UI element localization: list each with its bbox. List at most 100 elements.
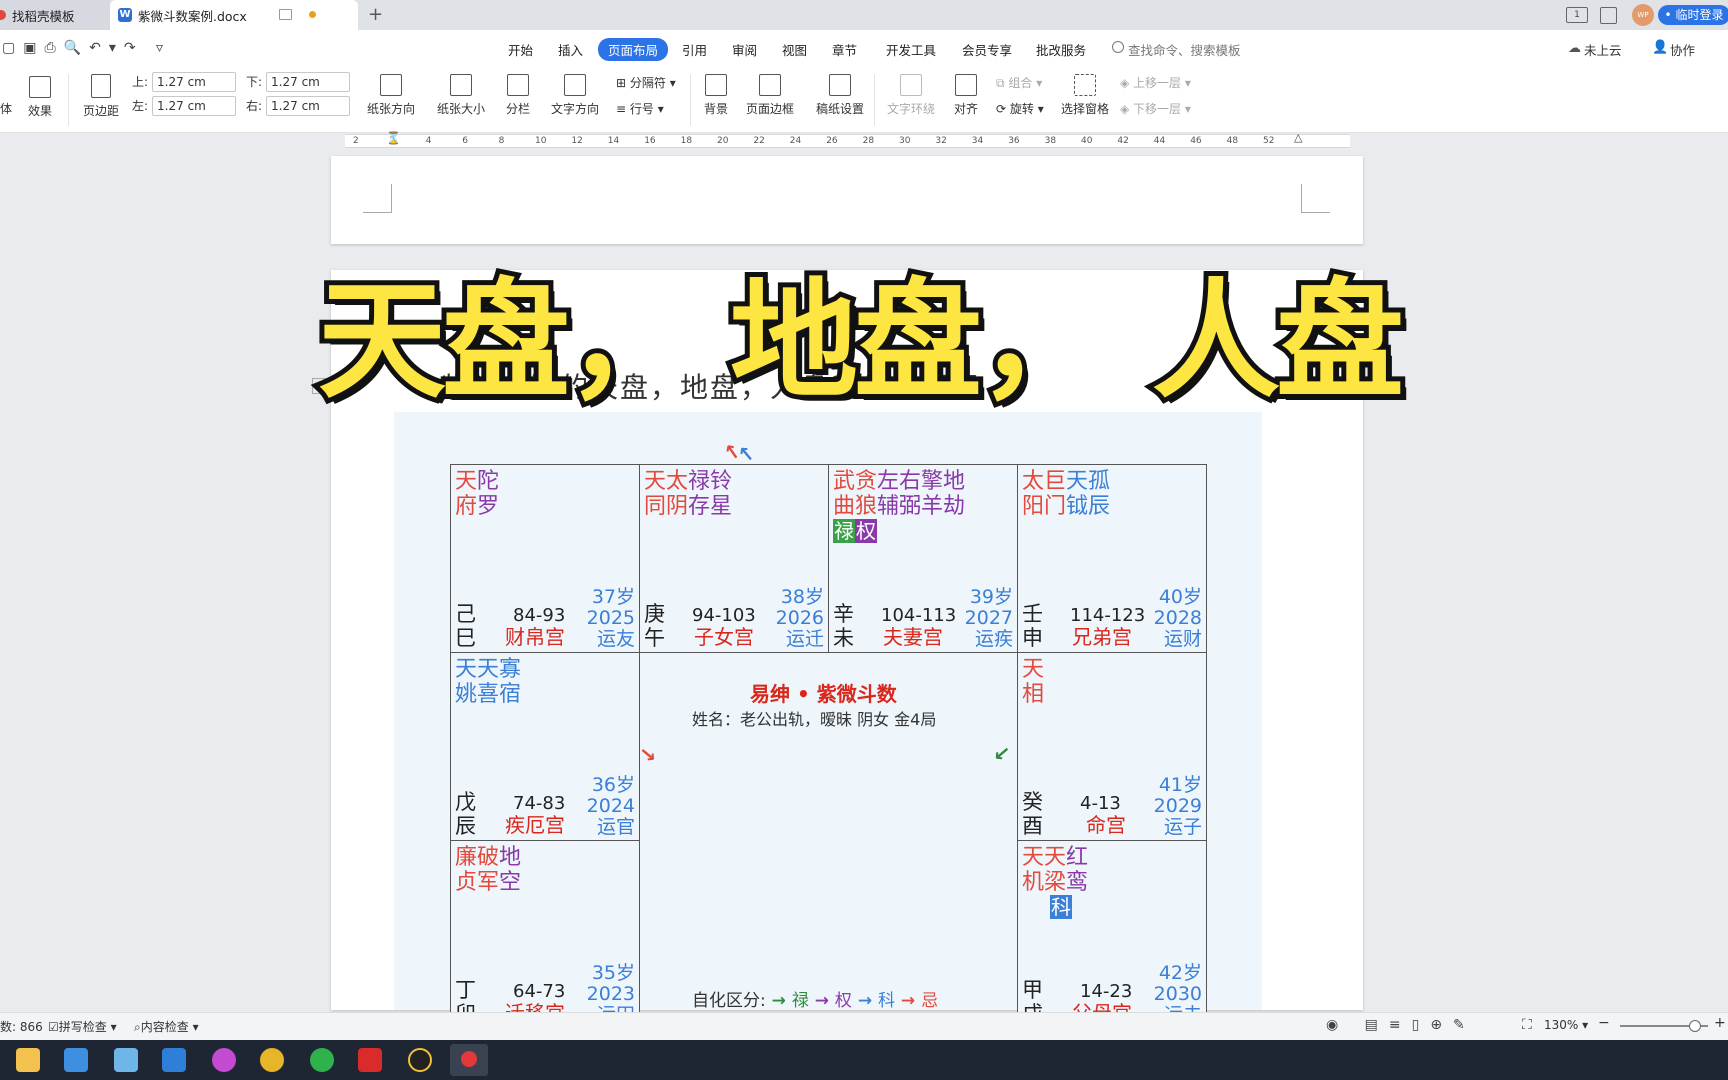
margin-top-input[interactable]: 1.27 cm bbox=[152, 72, 237, 92]
star-name: 罗 bbox=[477, 494, 500, 519]
margin-top-field[interactable]: 上: 1.27 cm bbox=[132, 72, 237, 92]
align-button[interactable]: 对齐 bbox=[948, 74, 984, 117]
ganzhi-char: 午 bbox=[644, 626, 665, 650]
bring-forward-button[interactable]: ◈ 上移一层 ▾ bbox=[1120, 74, 1191, 91]
checkbox-icon: ☑ bbox=[48, 1020, 59, 1034]
margins-button[interactable]: 页边距 bbox=[78, 74, 124, 119]
layout-icon[interactable]: 1 bbox=[1566, 7, 1588, 23]
palace-stars: 太巨天孤 阳门钺辰 bbox=[1022, 469, 1110, 519]
qq-icon[interactable] bbox=[408, 1048, 432, 1072]
indent-marker-icon[interactable]: ⌛ bbox=[386, 131, 401, 145]
ruler-tick: 36 bbox=[1008, 136, 1020, 146]
menu-page-layout[interactable]: 页面布局 bbox=[598, 38, 669, 61]
fit-page-icon[interactable]: ⛶ bbox=[1522, 1017, 1532, 1033]
separator-button[interactable]: ⊞ 分隔符 ▾ bbox=[616, 74, 676, 91]
line-numbers-button[interactable]: ≡ 行号 ▾ bbox=[616, 100, 664, 117]
age-year-text: 36岁 bbox=[591, 774, 635, 796]
rotate-button[interactable]: ⟳ 旋转 ▾ bbox=[996, 100, 1044, 117]
legend-item: 权 bbox=[834, 991, 852, 1011]
zoom-slider-handle[interactable] bbox=[1689, 1020, 1701, 1032]
ruler-tick: 48 bbox=[1226, 136, 1239, 146]
wps-icon[interactable] bbox=[358, 1048, 382, 1072]
tab-docer-templates[interactable]: 找稻壳模板 bbox=[0, 0, 110, 30]
tab-document[interactable]: W 紫微斗数案例.docx bbox=[110, 0, 358, 30]
zoom-in-button[interactable]: + bbox=[1714, 1015, 1726, 1031]
zoom-level[interactable]: 130% ▾ bbox=[1544, 1018, 1588, 1032]
zoom-out-button[interactable]: − bbox=[1598, 1015, 1610, 1031]
manuscript-button[interactable]: 稿纸设置 bbox=[812, 74, 868, 117]
collaborate-button[interactable]: 协作 bbox=[1670, 40, 1695, 59]
ganzhi: 庚午 bbox=[644, 602, 665, 650]
mail-icon[interactable] bbox=[162, 1048, 186, 1072]
menu-review[interactable]: 审阅 bbox=[732, 40, 757, 59]
margin-right-input[interactable]: 1.27 cm bbox=[266, 96, 351, 116]
menu-insert[interactable]: 插入 bbox=[558, 40, 583, 59]
margins-icon bbox=[91, 74, 111, 98]
effects-button[interactable]: 效果 bbox=[22, 76, 58, 119]
ruler-tick: 22 bbox=[753, 136, 765, 146]
content-check-button[interactable]: ⌕内容检查 ▾ bbox=[134, 1018, 199, 1035]
command-search-input[interactable]: 查找命令、搜索模板 bbox=[1128, 40, 1241, 59]
selection-pane-button[interactable]: 选择窗格 bbox=[1060, 74, 1110, 117]
background-button[interactable]: 背景 bbox=[698, 74, 734, 117]
margin-top-label: 上: bbox=[132, 75, 149, 89]
paper-size-label: 纸张大小 bbox=[436, 102, 485, 116]
avatar[interactable]: WP bbox=[1632, 4, 1654, 26]
star-name: 陀 bbox=[477, 469, 500, 494]
view-mode-icons[interactable]: ◉ ▤≡▯⊕✎ bbox=[1326, 1017, 1476, 1033]
margin-bottom-field[interactable]: 下: 1.27 cm bbox=[246, 72, 351, 92]
margin-right-field[interactable]: 右: 1.27 cm bbox=[246, 96, 351, 116]
theme-button[interactable]: 体 bbox=[0, 100, 12, 117]
color-app-icon[interactable] bbox=[212, 1048, 236, 1072]
menu-review-service[interactable]: 批改服务 bbox=[1036, 40, 1086, 59]
content-check-label: 内容检查 bbox=[140, 1020, 189, 1034]
star-name: 禄铃 bbox=[688, 469, 733, 494]
record-icon bbox=[461, 1051, 477, 1067]
menu-member[interactable]: 会员专享 bbox=[962, 40, 1012, 59]
palace-cell: 天天红机梁鸾科甲戌14-23父母宫42岁2030运夫 bbox=[1017, 840, 1207, 1029]
text-direction-button[interactable]: 文字方向 bbox=[546, 74, 604, 117]
columns-button[interactable]: 分栏 bbox=[500, 74, 536, 117]
horizontal-ruler[interactable]: 2 2 4 6 8 10 12 14 16 18 20 22 24 26 28 30 32 34 36 38 40 42 4… bbox=[345, 134, 1350, 148]
store-icon[interactable] bbox=[64, 1048, 88, 1072]
quick-access-toolbar[interactable]: ▢▣⎙🔍↶▾↷ ▿ bbox=[2, 40, 171, 56]
file-explorer-icon[interactable] bbox=[16, 1048, 40, 1072]
recorder-app-button[interactable] bbox=[450, 1044, 488, 1076]
paper-size-button[interactable]: 纸张大小 bbox=[432, 74, 490, 117]
notepad-icon[interactable] bbox=[114, 1048, 138, 1072]
text-wrap-button[interactable]: 文字环绕 bbox=[882, 74, 940, 117]
star-name: 辅弼羊劫 bbox=[877, 494, 966, 519]
group-button[interactable]: ⧉ 组合 ▾ bbox=[996, 74, 1042, 91]
text-direction-label: 文字方向 bbox=[550, 102, 599, 116]
menu-chapter[interactable]: 章节 bbox=[832, 40, 857, 59]
wechat-icon[interactable] bbox=[310, 1048, 334, 1072]
chrome-icon[interactable] bbox=[260, 1048, 284, 1072]
monitor-icon[interactable] bbox=[279, 9, 292, 20]
margin-bottom-input[interactable]: 1.27 cm bbox=[266, 72, 351, 92]
menu-view[interactable]: 视图 bbox=[782, 40, 807, 59]
new-tab-button[interactable]: + bbox=[368, 4, 383, 25]
right-indent-marker-icon[interactable]: △ bbox=[1294, 131, 1302, 144]
cloud-status[interactable]: 未上云 bbox=[1584, 40, 1622, 59]
margin-left-field[interactable]: 左: 1.27 cm bbox=[132, 96, 237, 116]
spell-check-button[interactable]: ☑拼写检查 ▾ bbox=[48, 1018, 117, 1035]
menu-references[interactable]: 引用 bbox=[682, 40, 707, 59]
page-border-button[interactable]: 页面边框 bbox=[742, 74, 798, 117]
send-backward-button[interactable]: ◈ 下移一层 ▾ bbox=[1120, 100, 1191, 117]
star-name: 阳门 bbox=[1022, 494, 1067, 519]
word-count[interactable]: 数: 866 bbox=[0, 1018, 43, 1035]
temp-login-button[interactable]: • 临时登录 bbox=[1658, 5, 1728, 25]
menu-home[interactable]: 开始 bbox=[508, 40, 533, 59]
age-year-text: 2025 bbox=[586, 607, 635, 629]
divider bbox=[874, 74, 875, 126]
star-name: 曲狼 bbox=[833, 494, 878, 519]
columns-icon bbox=[507, 74, 529, 96]
apps-grid-icon[interactable] bbox=[1600, 7, 1617, 24]
palace-name: 子女宫 bbox=[694, 625, 754, 649]
page-border-icon bbox=[759, 74, 781, 96]
menu-developer[interactable]: 开发工具 bbox=[886, 40, 936, 59]
margin-left-input[interactable]: 1.27 cm bbox=[152, 96, 237, 116]
orientation-button[interactable]: 纸张方向 bbox=[362, 74, 420, 117]
age-year-text: 运友 bbox=[596, 628, 635, 650]
selection-pane-label: 选择窗格 bbox=[1060, 102, 1109, 116]
